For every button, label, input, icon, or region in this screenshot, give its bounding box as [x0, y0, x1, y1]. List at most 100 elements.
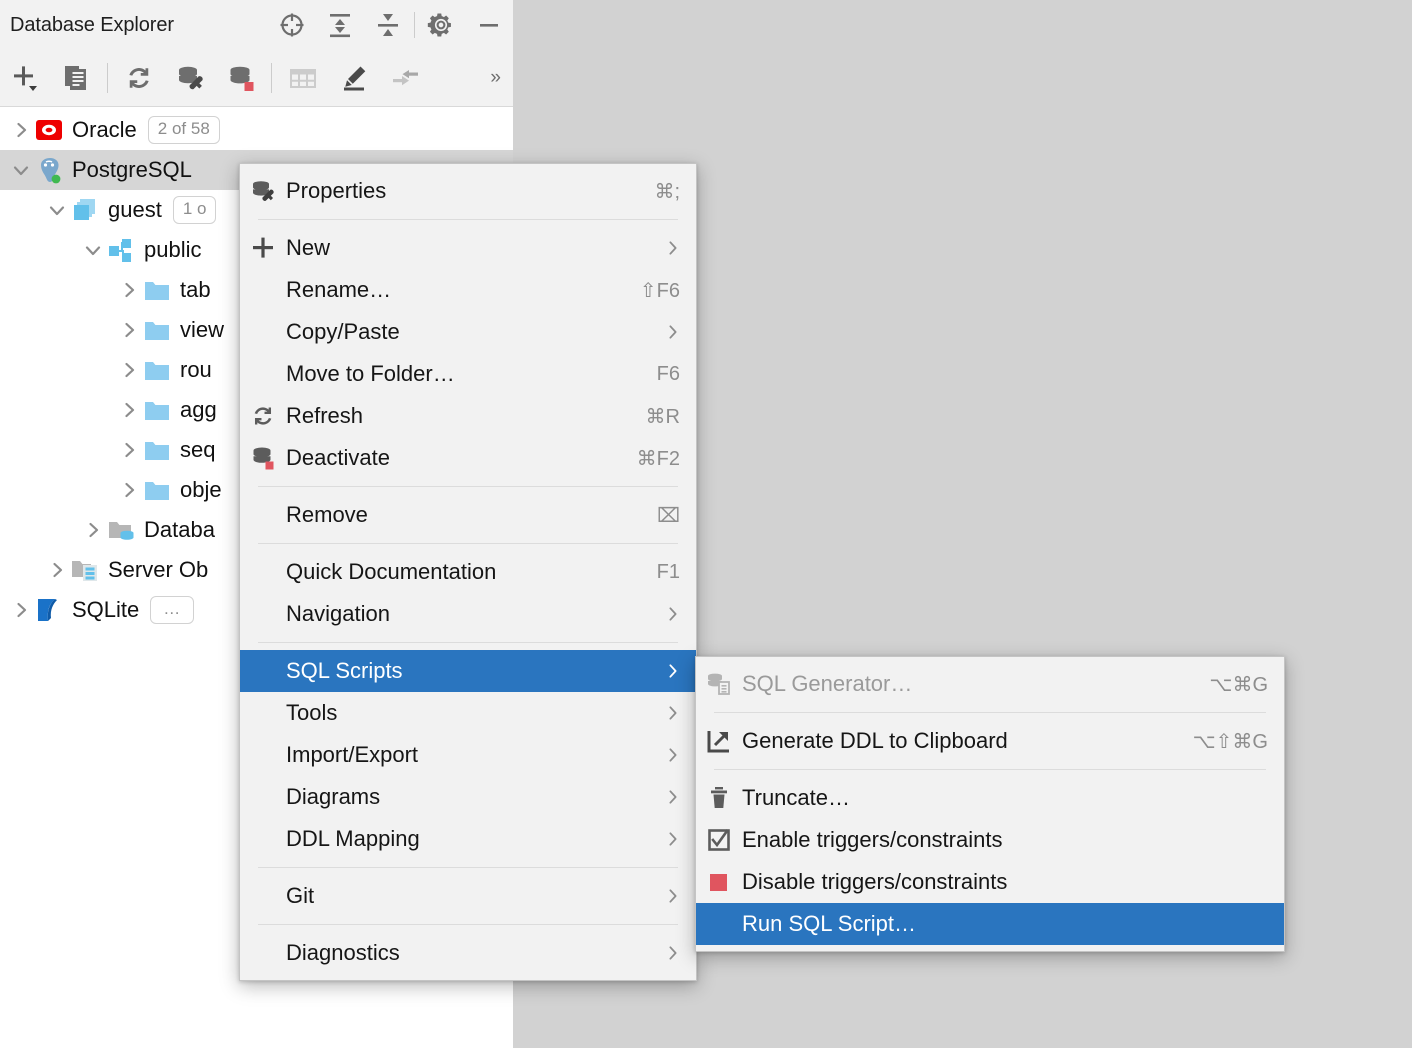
menu-item-shortcut: ⌘; — [654, 180, 680, 203]
menu-item-label: Import/Export — [286, 742, 419, 767]
chevron-right-icon[interactable] — [116, 430, 142, 470]
menu-item-shortcut: F1 — [656, 560, 680, 583]
refresh-icon — [240, 395, 286, 437]
toolbar-overflow-button[interactable]: » — [490, 67, 500, 89]
toolbar-divider — [107, 63, 108, 93]
chevron-right-icon — [666, 605, 680, 623]
menu-item-truncate[interactable]: Truncate… — [696, 777, 1284, 819]
chevron-right-icon[interactable] — [116, 390, 142, 430]
modify-icon[interactable] — [328, 50, 379, 106]
menu-item-import-export[interactable]: Import/Export — [240, 734, 696, 776]
menu-item-no-icon — [240, 353, 286, 395]
menu-item-generate-ddl-to-clipboard[interactable]: Generate DDL to Clipboard ⌥⇧⌘G — [696, 720, 1284, 762]
minimize-icon[interactable] — [465, 0, 513, 50]
menu-item-diagrams[interactable]: Diagrams — [240, 776, 696, 818]
chevron-down-icon[interactable] — [8, 150, 34, 190]
duplicate-icon[interactable] — [51, 50, 102, 106]
menu-item-no-icon — [240, 551, 286, 593]
menu-separator — [258, 867, 678, 868]
chevron-right-icon[interactable] — [80, 510, 106, 550]
folder-icon — [142, 395, 172, 425]
menu-item-shortcut: ⌥⇧⌘G — [1192, 730, 1268, 753]
expand-all-icon[interactable] — [316, 0, 364, 50]
server-objects-icon — [70, 555, 100, 585]
menu-item-deactivate[interactable]: Deactivate ⌘F2 — [240, 437, 696, 479]
sql-generator-icon — [696, 663, 742, 705]
chevron-right-icon — [666, 830, 680, 848]
menu-item-enable-triggers-constraints[interactable]: Enable triggers/constraints — [696, 819, 1284, 861]
menu-item-label: Move to Folder… — [286, 361, 455, 386]
menu-item-no-icon — [240, 494, 286, 536]
menu-item-diagnostics[interactable]: Diagnostics — [240, 932, 696, 974]
menu-item-quick-documentation[interactable]: Quick Documentation F1 — [240, 551, 696, 593]
menu-item-new[interactable]: New — [240, 227, 696, 269]
tree-row-oracle[interactable]: Oracle 2 of 58 — [0, 110, 513, 150]
tree-row-label: PostgreSQL — [72, 157, 192, 182]
database-icon — [70, 195, 100, 225]
menu-item-no-icon — [240, 650, 286, 692]
menu-separator — [258, 642, 678, 643]
menu-item-label: Enable triggers/constraints — [742, 827, 1003, 852]
menu-separator — [258, 486, 678, 487]
menu-item-ddl-mapping[interactable]: DDL Mapping — [240, 818, 696, 860]
context-menu[interactable]: Properties ⌘; New Rename… ⇧F6 Copy/Paste Move … — [239, 163, 697, 981]
sql-scripts-submenu[interactable]: SQL Generator… ⌥⌘G Generate DDL to Clipboa… — [695, 656, 1285, 952]
locate-icon[interactable] — [268, 0, 316, 50]
menu-item-label: Generate DDL to Clipboard — [742, 728, 1008, 753]
menu-item-move-to-folder[interactable]: Move to Folder… F6 — [240, 353, 696, 395]
collapse-all-icon[interactable] — [364, 0, 412, 50]
data-source-properties-icon[interactable] — [164, 50, 215, 106]
menu-item-navigation[interactable]: Navigation — [240, 593, 696, 635]
menu-item-run-sql-script[interactable]: Run SQL Script… — [696, 903, 1284, 945]
chevron-right-icon[interactable] — [116, 270, 142, 310]
menu-item-label: SQL Scripts — [286, 658, 403, 683]
data-source-properties-icon — [240, 170, 286, 212]
tree-row-label: Oracle — [72, 117, 137, 142]
menu-item-remove[interactable]: Remove ⌧ — [240, 494, 696, 536]
menu-separator — [258, 924, 678, 925]
menu-item-copy-paste[interactable]: Copy/Paste — [240, 311, 696, 353]
menu-item-shortcut: ⌥⌘G — [1209, 673, 1268, 696]
refresh-icon[interactable] — [113, 50, 164, 106]
menu-item-label: New — [286, 235, 331, 260]
plus-icon — [240, 227, 286, 269]
menu-item-git[interactable]: Git — [240, 875, 696, 917]
chevron-down-icon[interactable] — [44, 190, 70, 230]
add-new-icon[interactable] — [0, 50, 51, 106]
chevron-right-icon[interactable] — [8, 110, 34, 150]
chevron-right-icon[interactable] — [116, 470, 142, 510]
tree-row-label: public — [144, 237, 202, 262]
folder-icon — [142, 315, 172, 345]
menu-item-no-icon — [240, 593, 286, 635]
chevron-right-icon — [666, 746, 680, 764]
chevron-right-icon[interactable] — [116, 350, 142, 390]
menu-item-no-icon — [240, 818, 286, 860]
tree-row-badge[interactable]: … — [150, 596, 195, 624]
menu-item-refresh[interactable]: Refresh ⌘R — [240, 395, 696, 437]
menu-item-no-icon — [240, 269, 286, 311]
jump-to-console-icon[interactable] — [379, 50, 430, 106]
chevron-down-icon[interactable] — [80, 230, 106, 270]
menu-item-shortcut: ⌘F2 — [636, 447, 680, 470]
tree-row-badge[interactable]: 1 o — [172, 196, 217, 224]
menu-item-rename[interactable]: Rename… ⇧F6 — [240, 269, 696, 311]
menu-separator — [258, 543, 678, 544]
menu-separator — [258, 219, 678, 220]
chevron-right-icon — [666, 887, 680, 905]
deactivate-data-source-icon[interactable] — [215, 50, 266, 106]
menu-item-disable-triggers-constraints[interactable]: Disable triggers/constraints — [696, 861, 1284, 903]
menu-item-sql-generator: SQL Generator… ⌥⌘G — [696, 663, 1284, 705]
table-editor-icon[interactable] — [277, 50, 328, 106]
menu-item-properties[interactable]: Properties ⌘; — [240, 170, 696, 212]
panel-header-actions — [268, 0, 513, 50]
chevron-right-icon[interactable] — [8, 590, 34, 630]
tree-row-badge[interactable]: 2 of 58 — [147, 116, 220, 144]
settings-gear-icon[interactable] — [417, 0, 465, 50]
chevron-right-icon[interactable] — [44, 550, 70, 590]
menu-item-sql-scripts[interactable]: SQL Scripts — [240, 650, 696, 692]
menu-item-label: Disable triggers/constraints — [742, 869, 1008, 894]
menu-item-label: Properties — [286, 178, 387, 203]
header-divider — [414, 12, 415, 38]
chevron-right-icon[interactable] — [116, 310, 142, 350]
menu-item-tools[interactable]: Tools — [240, 692, 696, 734]
